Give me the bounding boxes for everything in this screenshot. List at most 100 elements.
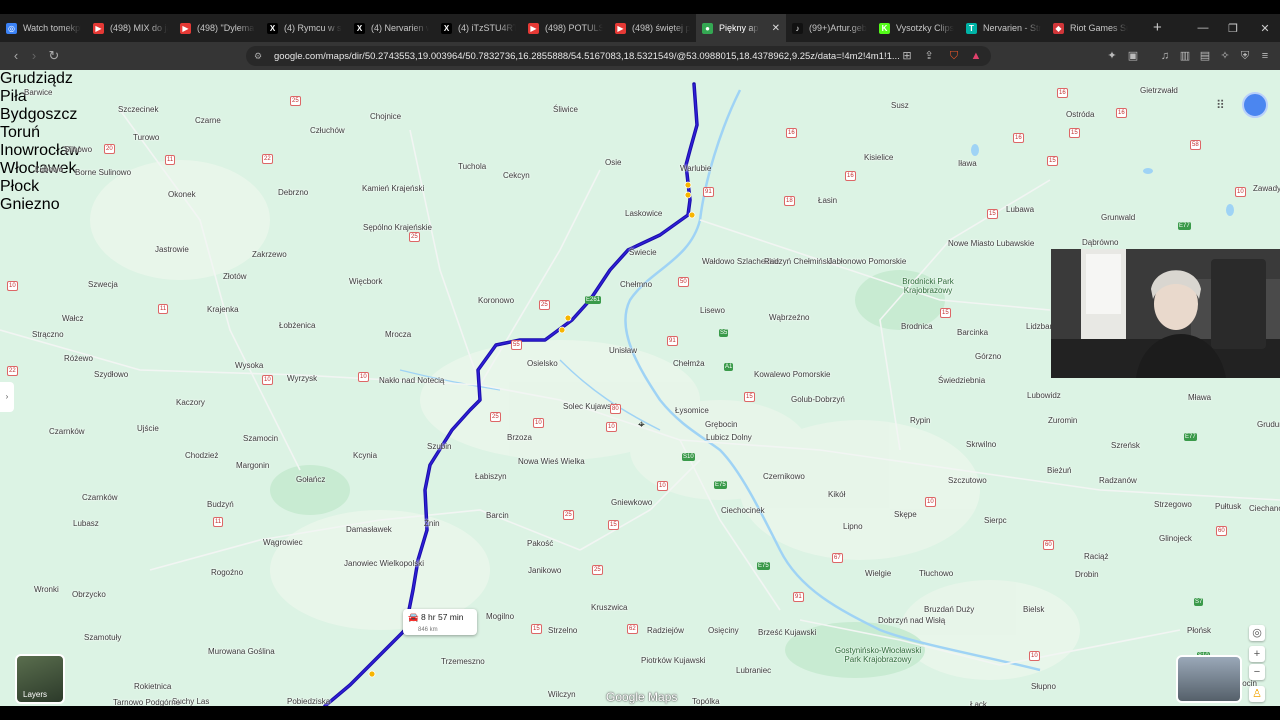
place-label[interactable]: Kikół: [828, 490, 845, 499]
place-label[interactable]: Strzegowo: [1154, 500, 1192, 509]
place-label[interactable]: Piotrków Kujawski: [641, 656, 705, 665]
place-label[interactable]: Silnowo: [64, 145, 92, 154]
place-label[interactable]: Raciąż: [1084, 552, 1108, 561]
place-label[interactable]: Sierpc: [984, 516, 1007, 525]
menu-icon[interactable]: ≡: [1258, 49, 1272, 63]
place-label[interactable]: Łabiszyn: [475, 472, 507, 481]
park-label[interactable]: Gostynińsko-Włocławski Park Krajobrazowy: [833, 646, 923, 664]
place-label[interactable]: Bieżuń: [1047, 466, 1071, 475]
place-label[interactable]: Szamocin: [243, 434, 278, 443]
close-window-icon[interactable]: ✕: [1250, 14, 1280, 42]
place-label[interactable]: Osięciny: [708, 626, 739, 635]
place-label[interactable]: Chełmża: [673, 359, 705, 368]
place-label[interactable]: Nowa Wieś Wielka: [518, 457, 585, 466]
tab-9[interactable]: ♪ (99+)Artur.geb: [786, 14, 873, 42]
place-label[interactable]: Lubowo: [35, 165, 63, 174]
place-label[interactable]: Zawady: [1253, 184, 1280, 193]
tab-6[interactable]: ▶ (498) POTULSK: [522, 14, 609, 42]
tab-8[interactable]: ● Piękny ap ✕: [696, 14, 786, 42]
place-label[interactable]: Borne Sulinowo: [75, 168, 131, 177]
zoom-out-button[interactable]: −: [1249, 664, 1265, 680]
place-label[interactable]: Górzno: [975, 352, 1001, 361]
place-label[interactable]: Łobżenica: [279, 321, 315, 330]
place-label[interactable]: Kisielice: [864, 153, 893, 162]
place-label[interactable]: Laskowice: [625, 209, 662, 218]
place-label[interactable]: Radziejów: [647, 626, 684, 635]
place-label[interactable]: Osie: [605, 158, 621, 167]
new-tab-plus-icon[interactable]: +: [1153, 19, 1162, 36]
place-label[interactable]: Osielsko: [527, 359, 558, 368]
place-label[interactable]: Iława: [958, 159, 977, 168]
site-info-icon[interactable]: ⚙: [254, 51, 262, 62]
minimize-icon[interactable]: —: [1188, 14, 1218, 42]
place-label[interactable]: Trzemeszno: [441, 657, 485, 666]
place-label[interactable]: Rogoźno: [211, 568, 243, 577]
place-label[interactable]: Gietrzwałd: [1140, 86, 1178, 95]
place-label[interactable]: Lipno: [843, 522, 863, 531]
account-avatar[interactable]: [1242, 92, 1268, 118]
place-label[interactable]: Śliwice: [553, 105, 578, 114]
place-label[interactable]: Rypin: [910, 416, 930, 425]
place-label[interactable]: Pakość: [527, 539, 553, 548]
place-label[interactable]: Radzyń Chełmiński: [764, 257, 832, 266]
place-label[interactable]: Kaczory: [176, 398, 205, 407]
map-canvas[interactable]: Barwice Szczecinek Czarne Człuchów Chojnice Ś…: [0, 70, 1280, 706]
place-label[interactable]: Wielgie: [865, 569, 891, 578]
tab-0[interactable]: ◎ Watch tomekpl: [0, 14, 87, 42]
place-label[interactable]: Jabłonowo Pomorskie: [828, 257, 906, 266]
place-label[interactable]: Obrzycko: [72, 590, 106, 599]
place-label[interactable]: Płońsk: [1187, 626, 1211, 635]
place-label[interactable]: Złotów: [223, 272, 247, 281]
place-label[interactable]: Kamień Krajeński: [362, 184, 424, 193]
place-label[interactable]: Lubowidz: [1027, 391, 1061, 400]
extension-icon[interactable]: ▣: [1126, 49, 1140, 63]
place-label[interactable]: Bielsk: [1023, 605, 1044, 614]
share-icon[interactable]: ⇪: [922, 49, 936, 63]
place-label[interactable]: Gruduń: [1257, 420, 1280, 429]
place-label[interactable]: Susz: [891, 101, 909, 110]
place-label[interactable]: Zakrzewo: [252, 250, 287, 259]
place-label[interactable]: Budzyń: [207, 500, 234, 509]
forward-arrow-icon[interactable]: ›: [24, 48, 44, 63]
place-label[interactable]: Żnin: [424, 519, 440, 528]
place-label[interactable]: Świedziebnia: [938, 376, 985, 385]
brave-shield-icon[interactable]: ⛉: [947, 49, 961, 63]
place-label[interactable]: Margonin: [236, 461, 269, 470]
place-label[interactable]: Tuchola: [458, 162, 486, 171]
place-label[interactable]: Czarnków: [49, 427, 85, 436]
my-location-icon[interactable]: ◎: [1249, 625, 1265, 641]
place-label[interactable]: Janowiec Wielkopolski: [344, 559, 424, 568]
tab-10[interactable]: K Vysotzky Clips: [873, 14, 960, 42]
tab-11[interactable]: T Nervarien - Stre: [960, 14, 1047, 42]
place-label[interactable]: Janikowo: [528, 566, 561, 575]
place-label[interactable]: Łysomice: [675, 406, 709, 415]
media-icon[interactable]: ♫: [1158, 49, 1172, 63]
zoom-in-button[interactable]: +: [1249, 646, 1265, 662]
place-label[interactable]: Grunwald: [1101, 213, 1135, 222]
place-label[interactable]: Ujście: [137, 424, 159, 433]
place-label[interactable]: Chełmno: [620, 280, 652, 289]
place-label[interactable]: Glinojeck: [1159, 534, 1192, 543]
street-view-thumbnail[interactable]: [1176, 655, 1242, 703]
place-label[interactable]: Lubraniec: [736, 666, 771, 675]
place-label[interactable]: Solec Kujawski: [563, 402, 617, 411]
place-label[interactable]: Szreńsk: [1111, 441, 1140, 450]
place-label[interactable]: Skrwilno: [966, 440, 996, 449]
place-label[interactable]: Strączno: [32, 330, 64, 339]
place-label[interactable]: Różewo: [64, 354, 93, 363]
place-label[interactable]: Strzelno: [548, 626, 577, 635]
close-tab-icon[interactable]: ✕: [772, 23, 780, 34]
place-label[interactable]: Szubin: [427, 442, 451, 451]
place-label[interactable]: Radzanów: [1099, 476, 1137, 485]
tab-7[interactable]: ▶ (498) świętej p: [609, 14, 696, 42]
back-arrow-icon[interactable]: ‹: [6, 48, 26, 63]
collapse-panel-chevron-icon[interactable]: ›: [0, 382, 14, 412]
place-label[interactable]: Damasławek: [346, 525, 392, 534]
place-label[interactable]: Zuromin: [1048, 416, 1077, 425]
place-label[interactable]: Mrocza: [385, 330, 411, 339]
place-label[interactable]: Golub-Dobrzyń: [791, 395, 845, 404]
place-label[interactable]: Warlubie: [680, 164, 711, 173]
place-label[interactable]: Brodnica: [901, 322, 933, 331]
place-label[interactable]: Lisewo: [700, 306, 725, 315]
place-label[interactable]: Kowalewo Pomorskie: [754, 370, 830, 379]
